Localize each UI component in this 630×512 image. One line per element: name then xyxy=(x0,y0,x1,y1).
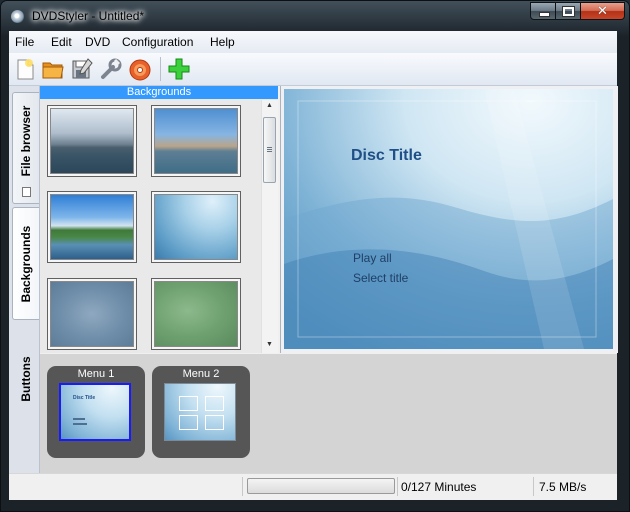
maximize-button[interactable] xyxy=(556,2,581,20)
data-rate: 7.5 MB/s xyxy=(539,480,587,494)
add-button[interactable] xyxy=(167,57,191,81)
close-button[interactable]: ✕ xyxy=(581,2,625,20)
status-separator xyxy=(242,477,243,496)
background-thumb-sea-clouds[interactable] xyxy=(47,105,137,177)
save-icon xyxy=(72,58,93,79)
menu-preview-canvas[interactable]: Disc Title Play all Select title xyxy=(284,89,613,349)
status-separator xyxy=(397,477,398,496)
minimize-icon xyxy=(539,12,550,17)
add-green-plus-icon xyxy=(168,58,190,80)
preview-background xyxy=(284,89,613,349)
status-separator xyxy=(533,477,534,496)
save-project-button[interactable] xyxy=(70,57,94,81)
toolbar xyxy=(9,53,617,86)
open-folder-icon xyxy=(42,62,64,79)
toolbar-separator xyxy=(160,57,161,81)
backgrounds-panel: Backgrounds ▲ ▼ xyxy=(40,86,278,353)
backgrounds-header: Backgrounds xyxy=(40,86,278,99)
menu-2-thumbnail[interactable] xyxy=(164,383,236,441)
scrollbar-thumb[interactable] xyxy=(263,117,276,183)
menu-card-label: Menu 2 xyxy=(182,368,220,380)
menu-dvd[interactable]: DVD xyxy=(85,35,110,49)
background-thumb-blurry-green[interactable] xyxy=(151,278,241,350)
menu-bar: File Edit DVD Configuration Help xyxy=(9,31,617,54)
scroll-up-icon[interactable]: ▲ xyxy=(266,102,273,109)
new-project-button[interactable] xyxy=(13,57,37,81)
mini-menu-item xyxy=(73,418,85,420)
disc-title-text[interactable]: Disc Title xyxy=(351,147,422,165)
side-tabs: File browser Backgrounds Buttons xyxy=(9,86,40,473)
background-thumb-coast-river[interactable] xyxy=(47,191,137,263)
menu-edit[interactable]: Edit xyxy=(51,35,72,49)
grip-line xyxy=(267,147,272,148)
burn-dvd-icon xyxy=(129,59,151,81)
minutes-used: 0/127 Minutes xyxy=(401,480,477,494)
menu-card-1[interactable]: Menu 1 Disc Title xyxy=(47,366,145,458)
close-icon: ✕ xyxy=(597,4,608,19)
grip-line xyxy=(267,151,272,152)
menu-help[interactable]: Help xyxy=(210,35,235,49)
mini-title-button xyxy=(179,415,198,430)
mini-title-button xyxy=(205,415,224,430)
burn-dvd-button[interactable] xyxy=(128,57,152,81)
menu-card-label: Menu 1 xyxy=(77,368,115,380)
menus-panel: Menu 1 Disc Title Menu 2 xyxy=(40,354,617,473)
select-title-button[interactable]: Select title xyxy=(353,271,408,285)
file-browser-icon xyxy=(22,187,31,197)
mini-title-button xyxy=(205,396,224,411)
mini-title-button xyxy=(179,396,198,411)
disc-usage-progress xyxy=(247,478,395,494)
tab-buttons-label: Buttons xyxy=(19,356,33,402)
settings-button[interactable] xyxy=(99,57,123,81)
menu-configuration[interactable]: Configuration xyxy=(122,35,193,49)
maximize-icon xyxy=(562,6,575,17)
backgrounds-scrollbar[interactable]: ▲ ▼ xyxy=(261,100,278,353)
open-project-button[interactable] xyxy=(41,57,65,81)
grip-line xyxy=(267,149,272,150)
window-title: DVDStyler - Untitled* xyxy=(32,9,145,23)
tab-file-browser-label: File browser xyxy=(19,106,33,177)
tab-file-browser[interactable]: File browser xyxy=(12,92,39,204)
background-thumb-blue-waves[interactable] xyxy=(151,191,241,263)
background-thumb-ship-bay[interactable] xyxy=(151,105,241,177)
caption-buttons: ✕ xyxy=(530,2,625,21)
app-window: DVDStyler - Untitled* ✕ File Edit DVD Co… xyxy=(0,0,630,512)
background-thumb-blurry-blue[interactable] xyxy=(47,278,137,350)
menu-preview-frame: Disc Title Play all Select title xyxy=(280,86,618,353)
mini-menu-item xyxy=(73,423,87,425)
tab-buttons[interactable]: Buttons xyxy=(12,323,39,435)
new-project-icon xyxy=(17,59,34,80)
status-bar: 0/127 Minutes 7.5 MB/s xyxy=(9,473,617,500)
menu-file[interactable]: File xyxy=(15,35,34,49)
dvdstyler-app-icon[interactable] xyxy=(11,10,24,23)
title-bar[interactable]: DVDStyler - Untitled* ✕ xyxy=(1,1,629,31)
play-all-button[interactable]: Play all xyxy=(353,251,392,265)
mini-disc-title: Disc Title xyxy=(73,395,96,401)
settings-wrench-icon xyxy=(101,58,122,79)
tab-backgrounds-label: Backgrounds xyxy=(19,225,33,302)
menu-1-thumbnail[interactable]: Disc Title xyxy=(59,383,131,441)
scroll-down-icon[interactable]: ▼ xyxy=(266,341,273,348)
tab-backgrounds[interactable]: Backgrounds xyxy=(12,207,39,320)
client-area: File Edit DVD Configuration Help File br… xyxy=(9,31,618,500)
minimize-button[interactable] xyxy=(530,2,556,20)
menu-card-2[interactable]: Menu 2 xyxy=(152,366,250,458)
